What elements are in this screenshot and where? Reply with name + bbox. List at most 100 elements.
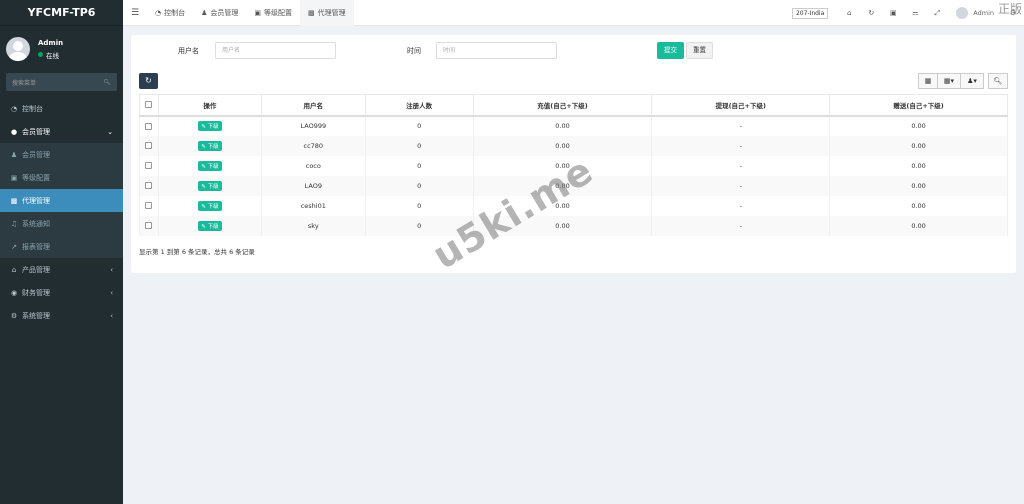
subordinate-button[interactable]: ✎ 下级 (198, 140, 222, 151)
user-icon: ♟▾ (967, 77, 977, 85)
home-icon: ⌂ (11, 265, 17, 274)
time-input[interactable]: 时间 (436, 42, 557, 59)
top-header: ☰ ◔ 控制台 ♟ 会员管理 ▣ 等级配置 ▩ 代理管理 207-India ⌂… (123, 0, 1024, 26)
select-all-checkbox[interactable] (145, 101, 153, 109)
language-icon[interactable]: ⚎ (904, 9, 926, 17)
cell-gift: 0.00 (829, 175, 1008, 196)
sidebar-item-agent-management[interactable]: ▩ 代理管理 (0, 189, 123, 212)
row-checkbox[interactable] (145, 162, 153, 169)
row-checkbox[interactable] (145, 182, 153, 189)
search-icon[interactable]: 🔍︎ (103, 79, 111, 86)
sidebar-item-member-management[interactable]: ● 会员管理 ⌄ (0, 120, 123, 143)
header-admin-name[interactable]: Admin (973, 9, 994, 17)
search-button[interactable]: 🔍︎ (988, 73, 1008, 89)
sidebar-item-reports[interactable]: ↗ 报表管理 (0, 235, 123, 258)
header-avatar[interactable] (956, 7, 969, 19)
sidebar-search-input[interactable]: 搜索菜单 (12, 78, 36, 87)
corner-watermark: 正版 (997, 2, 1022, 16)
tab-agent-management[interactable]: ▩ 代理管理 (300, 0, 354, 26)
sidebar-search[interactable]: 搜索菜单 🔍︎ (6, 73, 117, 91)
cell-withdraw: - (651, 155, 831, 176)
reset-button[interactable]: 重置 (686, 42, 713, 59)
subordinate-button[interactable]: ✎ 下级 (198, 200, 222, 211)
subordinate-button[interactable]: ✎ 下级 (198, 160, 222, 171)
username-label: 用户名 (178, 47, 199, 55)
subordinate-label: 下级 (207, 183, 219, 190)
sidebar-item-dashboard[interactable]: ◔ 控制台 (0, 97, 123, 120)
submit-button[interactable]: 提交 (657, 42, 684, 59)
row-checkbox[interactable] (145, 122, 153, 130)
table-row: ✎ 下级 sky 0 0.00 - 0.00 (139, 215, 1008, 236)
sidebar-item-label: 报表管理 (22, 242, 50, 251)
sidebar-item-products[interactable]: ⌂ 产品管理 ‹ (0, 258, 123, 281)
online-dot-icon (38, 52, 43, 57)
cell-withdraw: - (651, 135, 831, 156)
app-logo[interactable]: YFCMF-TP6 (0, 0, 123, 26)
row-checkbox[interactable] (145, 202, 153, 209)
table-row: ✎ 下级 LAO999 0 0.00 - 0.00 (139, 115, 1008, 136)
menu-toggle-icon[interactable]: ☰ (123, 8, 147, 18)
refresh-button[interactable]: ↻ (139, 73, 158, 89)
sidebar-item-label: 会员管理 (22, 127, 50, 136)
tab-dashboard[interactable]: ◔ 控制台 (147, 0, 193, 26)
columns-button[interactable]: ▦▾ (937, 73, 961, 89)
cell-username: ceshi01 (260, 195, 366, 216)
sidebar-item-level-config[interactable]: ▣ 等级配置 (0, 166, 123, 189)
list-icon: ▣ (254, 8, 262, 17)
subordinate-button[interactable]: ✎ 下级 (198, 180, 222, 191)
sidebar-item-label: 控制台 (22, 104, 43, 113)
tab-label: 等级配置 (264, 8, 293, 17)
tab-label: 代理管理 (317, 8, 346, 17)
user-icon: ♟ (201, 8, 208, 17)
subordinate-button[interactable]: ✎ 下级 (198, 121, 222, 131)
tab-member-management[interactable]: ♟ 会员管理 (193, 0, 246, 26)
col-registrations[interactable]: 注册人数 (364, 94, 474, 117)
tab-label: 会员管理 (210, 8, 239, 17)
sidebar-item-finance[interactable]: ◉ 财务管理 ‹ (0, 281, 123, 304)
row-checkbox[interactable] (145, 222, 153, 229)
cell-registrations: 0 (364, 175, 474, 196)
cell-withdraw: - (651, 215, 831, 236)
cell-registrations: 0 (364, 155, 474, 176)
col-recharge[interactable]: 充值(自己+下级) (472, 94, 653, 117)
cell-gift: 0.00 (829, 155, 1008, 176)
fullscreen-icon[interactable]: ⤢ (926, 9, 948, 18)
filter-form: 用户名 用户名 时间 时间 提交 重置 (131, 42, 1016, 60)
table-icon: ▦ (924, 77, 932, 85)
cell-recharge: 0.00 (472, 115, 653, 136)
cell-withdraw: - (651, 115, 831, 136)
sidebar: YFCMF-TP6 Admin 在线 搜索菜单 🔍︎ ◔ 控制台 ● 会员管理 … (0, 0, 123, 504)
sidebar-item-label: 系统通知 (22, 219, 50, 228)
cell-username: coco (260, 155, 366, 176)
sidebar-item-notifications[interactable]: ♫ 系统通知 (0, 212, 123, 235)
user-status-label: 在线 (46, 51, 59, 60)
subordinate-button[interactable]: ✎ 下级 (198, 220, 222, 231)
sidebar-item-label: 系统管理 (22, 311, 50, 320)
ip-badge: 207-India (791, 7, 829, 19)
time-label: 时间 (407, 47, 421, 55)
subordinate-label: 下级 (207, 203, 219, 210)
dashboard-icon: ◔ (155, 8, 162, 17)
select-all-header[interactable] (139, 94, 159, 117)
home-icon[interactable]: ⌂ (838, 9, 860, 17)
submenu-member: ♟ 会员管理 ▣ 等级配置 ▩ 代理管理 ♫ 系统通知 ↗ 报表管理 (0, 143, 123, 258)
cell-username: sky (260, 215, 366, 236)
cell-registrations: 0 (364, 115, 474, 136)
col-gift[interactable]: 赠送(自己+下级) (829, 94, 1008, 117)
refresh-icon[interactable]: ↻ (860, 9, 882, 17)
sidebar-item-members[interactable]: ♟ 会员管理 (0, 143, 123, 166)
subordinate-label: 下级 (207, 143, 219, 150)
tab-level-config[interactable]: ▣ 等级配置 (246, 0, 300, 26)
col-withdraw[interactable]: 提现(自己+下级) (651, 94, 831, 117)
export-button[interactable]: ♟▾ (960, 73, 984, 89)
toggle-view-button[interactable]: ▦ (918, 73, 938, 89)
username-input[interactable]: 用户名 (215, 42, 336, 59)
row-checkbox[interactable] (145, 142, 153, 149)
bell-icon: ♫ (10, 219, 18, 228)
col-username[interactable]: 用户名 (260, 94, 366, 117)
sidebar-item-system[interactable]: ⚙ 系统管理 ‹ (0, 304, 123, 327)
chevron-down-icon: ⌄ (107, 127, 113, 136)
cell-gift: 0.00 (829, 115, 1008, 136)
trash-icon[interactable]: ▣ (882, 9, 904, 17)
user-panel: Admin 在线 (0, 30, 123, 68)
